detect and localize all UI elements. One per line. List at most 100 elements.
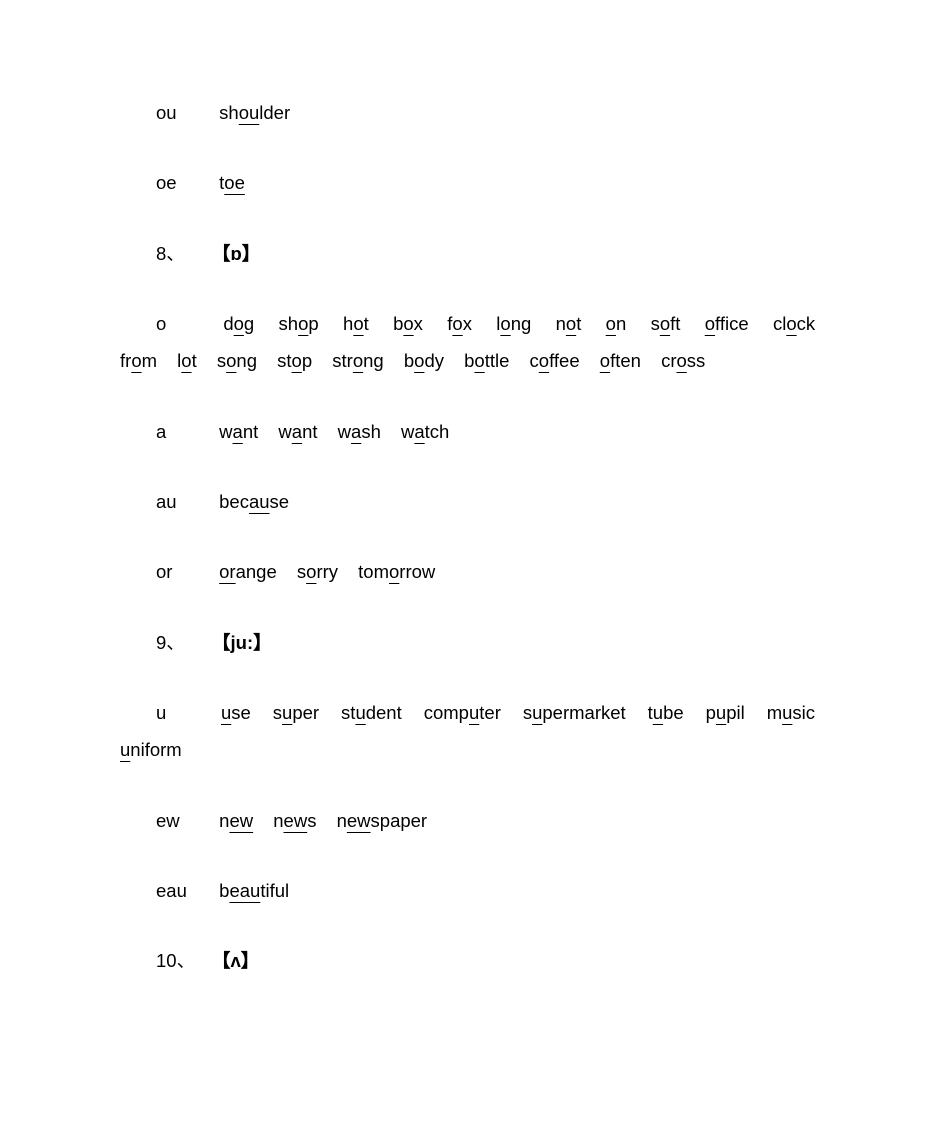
spelling-label: ew	[156, 810, 180, 831]
example-word: want	[219, 413, 258, 450]
underlined-letters: o	[565, 313, 577, 334]
underlined-letters: o	[181, 350, 192, 371]
example-word: strong	[332, 342, 383, 379]
example-word: want	[278, 413, 317, 450]
word-prefix: b	[393, 313, 404, 334]
word-suffix: ss	[686, 350, 706, 371]
underlined-letters: o	[599, 350, 611, 371]
word-suffix: nt	[242, 421, 259, 442]
word-suffix: n	[615, 313, 627, 334]
example-word: uniform	[120, 731, 182, 768]
word-suffix: be	[663, 702, 684, 723]
word-prefix: cr	[661, 350, 677, 371]
word-suffix: tiful	[260, 880, 290, 901]
underlined-letters: au	[248, 491, 270, 512]
underlined-letters: o	[474, 350, 485, 371]
example-word: long	[496, 305, 531, 342]
word-prefix: p	[705, 702, 716, 723]
phonics-row: ou shoulder	[120, 94, 830, 131]
word-suffix: m	[141, 350, 158, 371]
phonetic-symbol: 【ʌ】	[212, 950, 260, 971]
word-suffix: ften	[610, 350, 641, 371]
example-word: body	[404, 342, 444, 379]
word-suffix: ange	[235, 561, 277, 582]
underlined-letters: u	[282, 702, 293, 723]
example-word: stop	[277, 342, 312, 379]
word-prefix: s	[650, 313, 660, 334]
spelling-label: a	[156, 421, 167, 442]
word-suffix: t	[363, 313, 369, 334]
example-word: fox	[447, 305, 472, 342]
example-word: new	[219, 802, 253, 839]
spelling-label: ou	[156, 102, 177, 123]
underlined-letters: o	[352, 350, 364, 371]
word-suffix: ng	[363, 350, 384, 371]
phonics-row: u use super student computer supermarket…	[120, 694, 830, 768]
word-suffix: nt	[302, 421, 318, 442]
underlined-letters: u	[782, 702, 793, 723]
word-prefix: w	[219, 421, 233, 442]
word-prefix: s	[216, 350, 227, 371]
word-suffix: t	[576, 313, 582, 334]
phonics-row: oe toe	[120, 164, 830, 201]
word-suffix: rrow	[399, 561, 436, 582]
word-prefix: comp	[423, 702, 469, 723]
example-word: from	[120, 342, 157, 379]
example-word: newspaper	[337, 802, 428, 839]
example-word: office	[705, 305, 749, 342]
word-suffix: ffice	[715, 313, 749, 334]
word-prefix: m	[766, 702, 783, 723]
word-prefix: n	[336, 810, 347, 831]
underlined-letters: o	[131, 350, 142, 371]
example-word: not	[556, 305, 582, 342]
example-word: wash	[338, 413, 381, 450]
section-number: 10、	[156, 950, 196, 971]
underlined-letters: o	[786, 313, 797, 334]
word-suffix: x	[413, 313, 423, 334]
underlined-letters: o	[298, 313, 309, 334]
underlined-letters: u	[120, 739, 131, 760]
phonics-row: ew new news newspaper	[120, 802, 830, 839]
phonics-row: eau beautiful	[120, 872, 830, 909]
example-word: tomorrow	[358, 553, 435, 590]
word-suffix: se	[231, 702, 251, 723]
example-word: beautiful	[219, 872, 289, 909]
word-suffix: niform	[130, 739, 182, 760]
word-suffix: tch	[424, 421, 450, 442]
word-suffix: rry	[316, 561, 339, 582]
word-suffix: ffee	[549, 350, 580, 371]
underlined-letters: u	[220, 702, 232, 723]
example-word: hot	[343, 305, 369, 342]
spelling-label: eau	[156, 880, 187, 901]
section-number: 9、	[156, 632, 185, 653]
underlined-letters: o	[704, 313, 716, 334]
word-suffix: spaper	[370, 810, 428, 831]
phonetic-symbol: 【ju:】	[212, 632, 272, 653]
underlined-letters: a	[351, 421, 362, 442]
word-prefix: cl	[772, 313, 787, 334]
example-word: pupil	[706, 694, 745, 731]
underlined-letters: o	[403, 313, 414, 334]
example-word: super	[273, 694, 319, 731]
word-suffix: g	[243, 313, 255, 334]
spelling-label: o	[156, 313, 167, 334]
underlined-letters: u	[468, 702, 480, 723]
example-word: bottle	[464, 342, 509, 379]
underlined-letters: ou	[238, 102, 260, 123]
example-word: orange	[219, 553, 277, 590]
example-word: song	[217, 342, 257, 379]
underlined-letters: o	[226, 350, 237, 371]
example-word: student	[341, 694, 402, 731]
word-suffix: per	[292, 702, 320, 723]
word-suffix: t	[191, 350, 197, 371]
underlined-letters: o	[659, 313, 671, 334]
underlined-letters: ew	[283, 810, 308, 831]
phonics-row: au because	[120, 483, 830, 520]
example-word: cross	[661, 342, 705, 379]
example-word: because	[219, 483, 289, 520]
underlined-letters: a	[291, 421, 303, 442]
word-suffix: ck	[796, 313, 816, 334]
word-prefix: n	[555, 313, 566, 334]
underlined-letters: oe	[224, 172, 245, 193]
word-suffix: ttle	[484, 350, 510, 371]
